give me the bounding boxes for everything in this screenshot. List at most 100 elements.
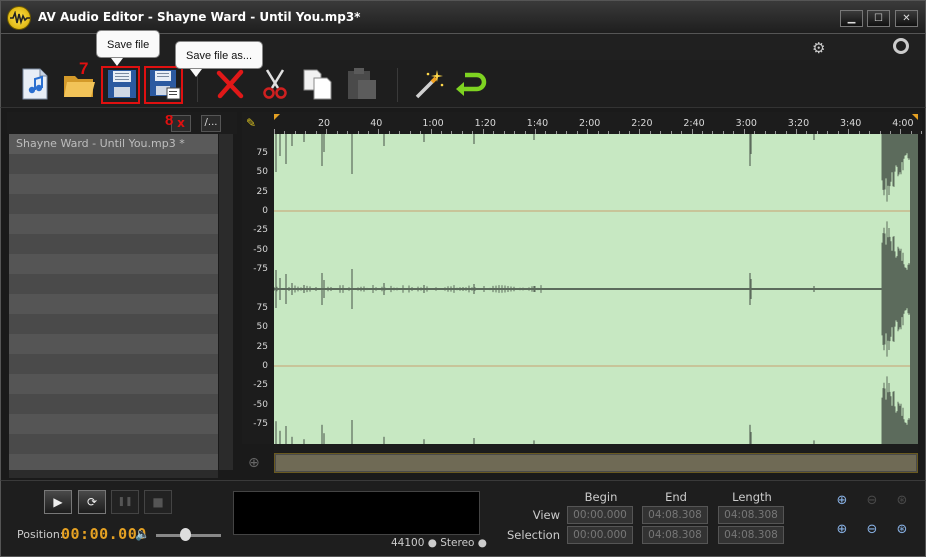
- power-icon[interactable]: [893, 38, 909, 54]
- amplitude-label: -75: [253, 263, 268, 274]
- play-button[interactable]: ▶: [44, 490, 72, 514]
- copy-button[interactable]: [300, 66, 336, 102]
- amplitude-label: -75: [253, 418, 268, 429]
- amplitude-label: -25: [253, 225, 268, 236]
- list-row: [9, 214, 218, 234]
- save-file-tooltip: Save file: [96, 30, 161, 66]
- file-list: Shayne Ward - Until You.mp3 *: [9, 134, 218, 470]
- bottom-panel: ▶ ⟳ ❚❚ ■ Position: 00:00.000 🔈 44100 ● S…: [0, 480, 926, 557]
- end-marker[interactable]: [912, 114, 918, 120]
- start-marker[interactable]: [274, 114, 280, 120]
- selection-label: Selection: [507, 528, 560, 542]
- paste-icon: [348, 68, 376, 99]
- ruler-label: 2:40: [683, 118, 705, 129]
- music-file-icon: [22, 68, 48, 100]
- ruler-label: 1:00: [422, 118, 444, 129]
- new-file-button[interactable]: [17, 66, 53, 102]
- ruler-label: 4:00: [892, 118, 914, 129]
- amplitude-label: 75: [256, 148, 268, 158]
- file-list-item[interactable]: Shayne Ward - Until You.mp3 *: [9, 134, 218, 154]
- cut-button[interactable]: [257, 66, 293, 102]
- amplitude-label: 50: [256, 167, 268, 178]
- close-window-button[interactable]: ✕: [895, 10, 918, 27]
- undo-arrow-icon: [456, 72, 487, 96]
- pencil-icon[interactable]: ✎: [246, 116, 256, 130]
- window-title: AV Audio Editor - Shayne Ward - Until Yo…: [38, 10, 361, 24]
- time-ruler[interactable]: ✎ 20 40 1:00 1:20 1:40 2:00 2:20 2:40 3:00 3:20 3:…: [242, 112, 923, 134]
- ruler-label: 1:20: [474, 118, 496, 129]
- ruler-tick: [921, 131, 923, 134]
- list-row: [9, 174, 218, 194]
- view-begin-field[interactable]: 00:00.000: [567, 506, 633, 524]
- zoom-out-vertical-icon[interactable]: ⊖: [860, 519, 884, 541]
- zoom-in-vertical-icon[interactable]: ⊕: [830, 519, 854, 541]
- list-row: [9, 234, 218, 254]
- volume-slider-thumb[interactable]: [180, 528, 192, 541]
- audio-format: 44100 ● Stereo ●: [391, 537, 487, 549]
- file-list-menu-button[interactable]: /...: [201, 115, 221, 132]
- zoom-overview-icon[interactable]: ⊕: [248, 455, 260, 471]
- amplitude-label: 50: [256, 322, 268, 333]
- ruler-label: 2:00: [579, 118, 601, 129]
- waveform-canvas[interactable]: [274, 134, 918, 444]
- tooltip-tail: [111, 58, 123, 66]
- effects-button[interactable]: [411, 66, 447, 102]
- stop-button[interactable]: ■: [144, 490, 172, 514]
- waveform-end-block: [910, 134, 918, 444]
- view-end-field[interactable]: 04:08.308: [642, 506, 708, 524]
- ruler-label: 3:20: [787, 118, 810, 129]
- amplitude-label: -50: [253, 244, 268, 255]
- list-row: [9, 394, 218, 414]
- overview-scrollbar[interactable]: [274, 453, 918, 473]
- length-header: Length: [732, 490, 772, 504]
- ruler-label: 3:40: [840, 118, 862, 129]
- minimize-button[interactable]: ▁: [840, 10, 863, 27]
- list-row: [9, 194, 218, 214]
- overview-selection[interactable]: [276, 455, 916, 471]
- amplitude-label: 0: [262, 360, 268, 371]
- zoom-fit-icon[interactable]: ⊛: [890, 490, 914, 512]
- selection-end-field[interactable]: 04:08.308: [642, 526, 708, 544]
- view-label: View: [532, 508, 560, 522]
- amplitude-scale: 75 50 25 0 -25 -50 -75 75 50 25 0 -25 -50 -75: [242, 134, 274, 444]
- maximize-button[interactable]: ☐: [867, 10, 890, 27]
- step-7-label: 7: [79, 59, 89, 78]
- position-value: 00:00.000: [61, 525, 147, 543]
- close-file-button[interactable]: x: [171, 115, 191, 132]
- amplitude-label: 25: [256, 186, 268, 197]
- amplitude-label: 25: [256, 341, 268, 352]
- waveform-bottom-bar: [274, 444, 918, 452]
- list-row: [9, 294, 218, 314]
- zoom-reset-icon[interactable]: ⊛: [890, 519, 914, 541]
- selection-length-field[interactable]: 04:08.308: [718, 526, 784, 544]
- paste-button[interactable]: [344, 66, 380, 102]
- file-list-vscrollbar[interactable]: [219, 134, 233, 470]
- undo-button[interactable]: [453, 66, 489, 102]
- list-row: [9, 154, 218, 174]
- ruler-label: 3:00: [735, 118, 757, 129]
- selection-begin-field[interactable]: 00:00.000: [567, 526, 633, 544]
- file-list-hscrollbar[interactable]: [9, 470, 218, 478]
- file-list-header: x 8 /...: [7, 112, 237, 134]
- pause-button[interactable]: ❚❚: [111, 490, 139, 514]
- ruler-label: 2:20: [631, 118, 653, 129]
- zoom-in-horizontal-icon[interactable]: ⊕: [830, 490, 854, 512]
- title-bar: AV Audio Editor - Shayne Ward - Until Yo…: [0, 0, 926, 34]
- ruler-label: 40: [370, 118, 383, 129]
- view-length-field[interactable]: 04:08.308: [718, 506, 784, 524]
- tooltip-tail: [190, 69, 202, 77]
- amplitude-label: 0: [262, 205, 268, 216]
- scissors-icon: [263, 69, 287, 99]
- file-list-panel: x 8 /... Shayne Ward - Until You.mp3 *: [0, 108, 242, 480]
- zoom-out-horizontal-icon[interactable]: ⊖: [860, 490, 884, 512]
- list-row: [9, 414, 218, 434]
- list-row: [9, 254, 218, 274]
- amplitude-label: -50: [253, 399, 268, 410]
- toolbar-separator: [397, 68, 398, 102]
- list-row: [9, 434, 218, 454]
- delete-button[interactable]: [212, 66, 248, 102]
- loop-button[interactable]: ⟳: [78, 490, 106, 514]
- settings-gear-icon[interactable]: ⚙: [812, 39, 825, 57]
- volume-icon[interactable]: 🔈: [135, 527, 150, 541]
- save-file-as-tooltip-text: Save file as...: [186, 50, 253, 62]
